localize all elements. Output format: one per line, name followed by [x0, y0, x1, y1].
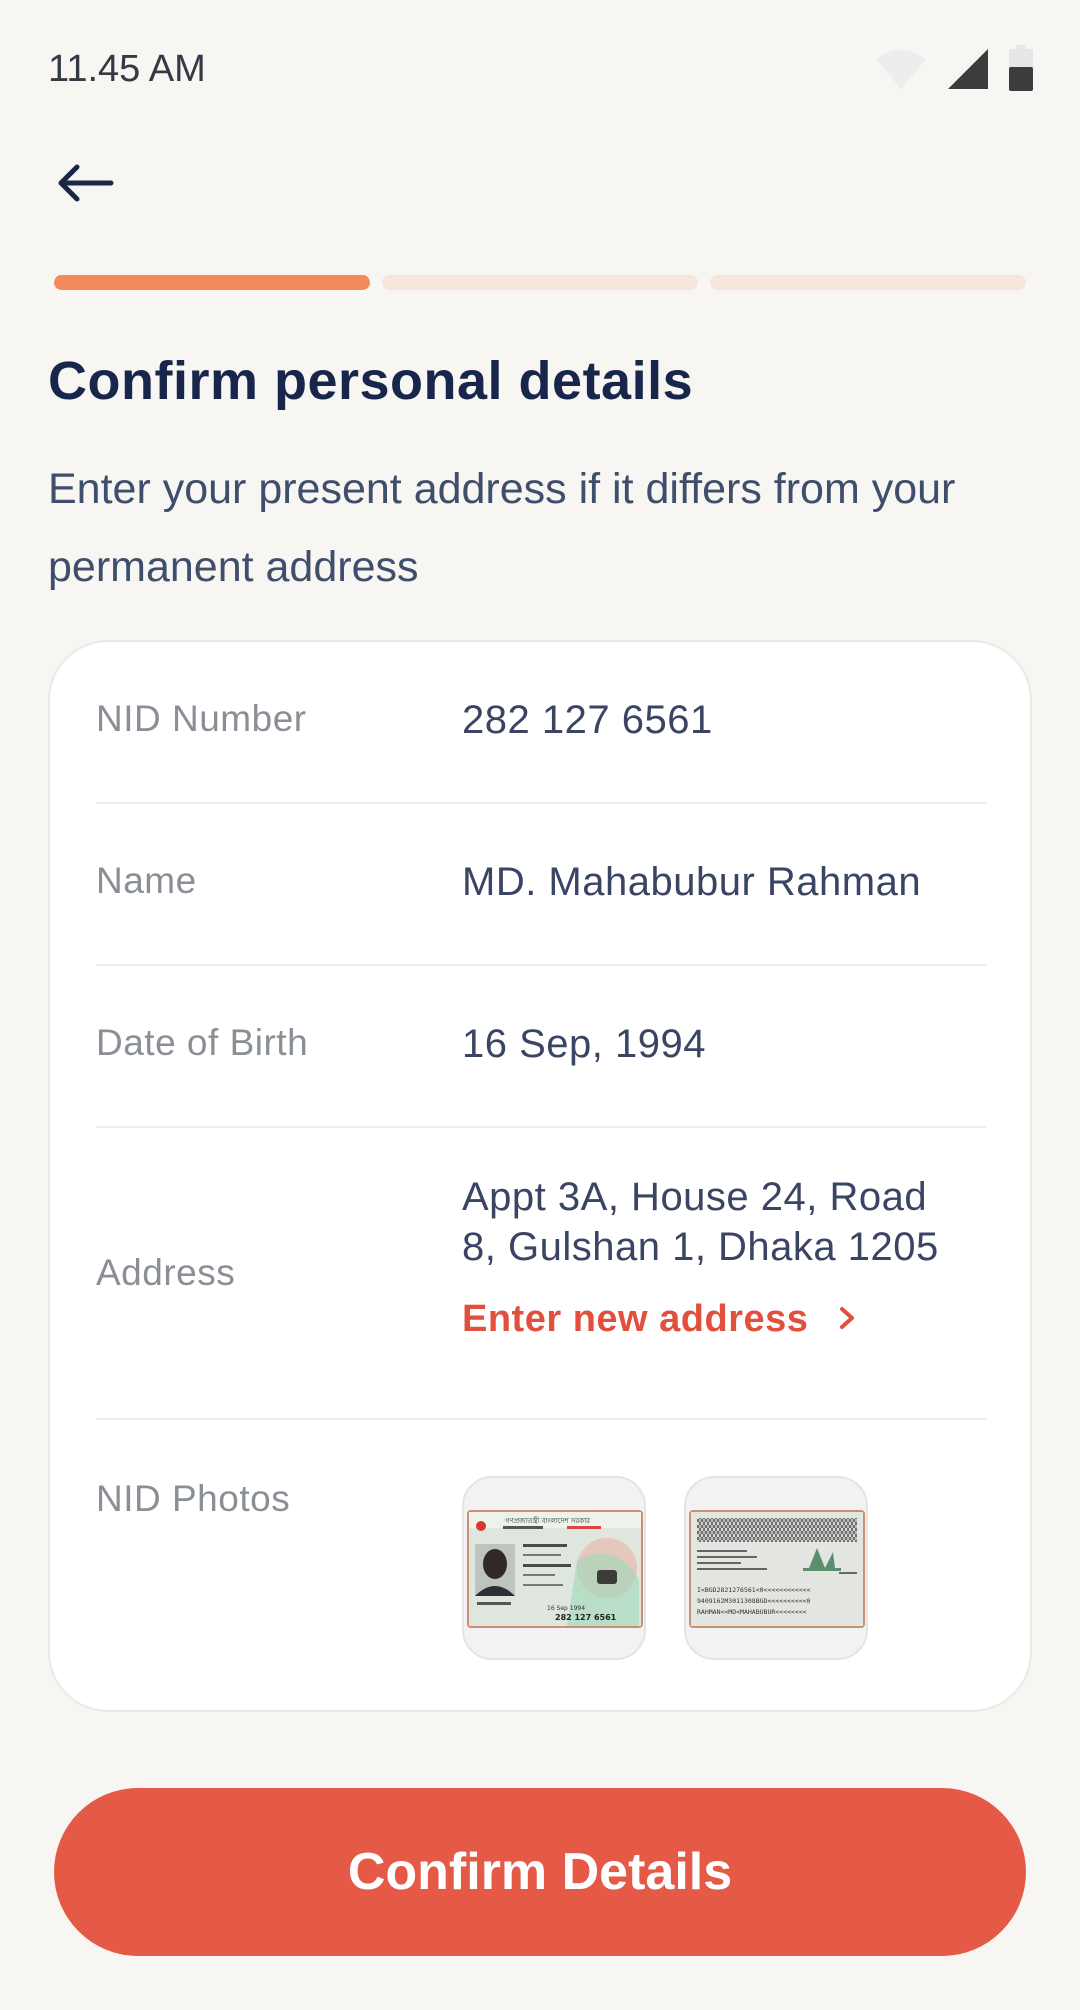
- dob-value: 16 Sep, 1994: [462, 1022, 706, 1066]
- status-icons: [874, 45, 1034, 96]
- step-progress: [54, 275, 1026, 290]
- address-row: Address Appt 3A, House 24, Road 8, Gulsh…: [96, 1128, 986, 1420]
- back-button[interactable]: [50, 155, 120, 215]
- wifi-icon: [874, 47, 928, 96]
- nid-number-row: NID Number 282 127 6561: [96, 642, 986, 804]
- nid-front-image: গণপ্রজাতন্ত্রী বাংলাদেশ সরকার 16 Sep 199…: [467, 1510, 643, 1628]
- enter-new-address-label: Enter new address: [462, 1298, 809, 1340]
- progress-step-1: [54, 275, 370, 290]
- name-value: MD. Mahabubur Rahman: [462, 860, 922, 904]
- chevron-right-icon: [838, 1298, 856, 1341]
- dob-row: Date of Birth 16 Sep, 1994: [96, 966, 986, 1128]
- dob-label: Date of Birth: [96, 1022, 309, 1063]
- nid-back-mrz-2: 9409162M3011308BGD<<<<<<<<<<0: [697, 1597, 811, 1605]
- details-card: NID Number 282 127 6561 Name MD. Mahabub…: [48, 640, 1032, 1712]
- nid-number-label: NID Number: [96, 698, 307, 739]
- progress-step-2: [382, 275, 698, 290]
- nid-photos-row: NID Photos গণপ্রজাতন্ত্রী বাংলাদেশ সরকার: [96, 1420, 986, 1712]
- nid-photos-label: NID Photos: [96, 1478, 291, 1519]
- nid-back-mrz-3: RAHMAN<<MD<MAHABUBUR<<<<<<<<: [697, 1608, 807, 1616]
- nid-back-mrz-1: I<BGD2821276561<0<<<<<<<<<<<<: [697, 1586, 811, 1594]
- arrow-left-icon: [55, 163, 115, 208]
- address-value: Appt 3A, House 24, Road 8, Gulshan 1, Dh…: [462, 1172, 992, 1272]
- status-time: 11.45 AM: [48, 48, 206, 90]
- address-line-2: 8, Gulshan 1, Dhaka 1205: [462, 1225, 939, 1269]
- nid-back-image: I<BGD2821276561<0<<<<<<<<<<<< 9409162M30…: [689, 1510, 865, 1628]
- nid-front-header: গণপ্রজাতন্ত্রী বাংলাদেশ সরকার: [505, 1516, 590, 1525]
- page-subtitle: Enter your present address if it differs…: [48, 465, 956, 591]
- name-label: Name: [96, 860, 197, 901]
- nid-front-birth: 16 Sep 1994: [547, 1605, 585, 1612]
- nid-back-photo[interactable]: I<BGD2821276561<0<<<<<<<<<<<< 9409162M30…: [684, 1476, 868, 1660]
- page-title: Confirm personal details: [48, 351, 694, 411]
- status-bar: 11.45 AM: [0, 0, 1080, 150]
- nid-front-id: 282 127 6561: [555, 1613, 617, 1622]
- address-label: Address: [96, 1252, 236, 1293]
- enter-new-address-link[interactable]: Enter new address: [462, 1298, 856, 1341]
- battery-icon: [1008, 45, 1034, 96]
- confirm-details-button[interactable]: Confirm Details: [54, 1788, 1026, 1956]
- name-row: Name MD. Mahabubur Rahman: [96, 804, 986, 966]
- signal-icon: [946, 47, 990, 96]
- nid-front-photo[interactable]: গণপ্রজাতন্ত্রী বাংলাদেশ সরকার 16 Sep 199…: [462, 1476, 646, 1660]
- address-line-1: Appt 3A, House 24, Road: [462, 1175, 928, 1219]
- nid-number-value: 282 127 6561: [462, 698, 713, 742]
- progress-step-3: [710, 275, 1026, 290]
